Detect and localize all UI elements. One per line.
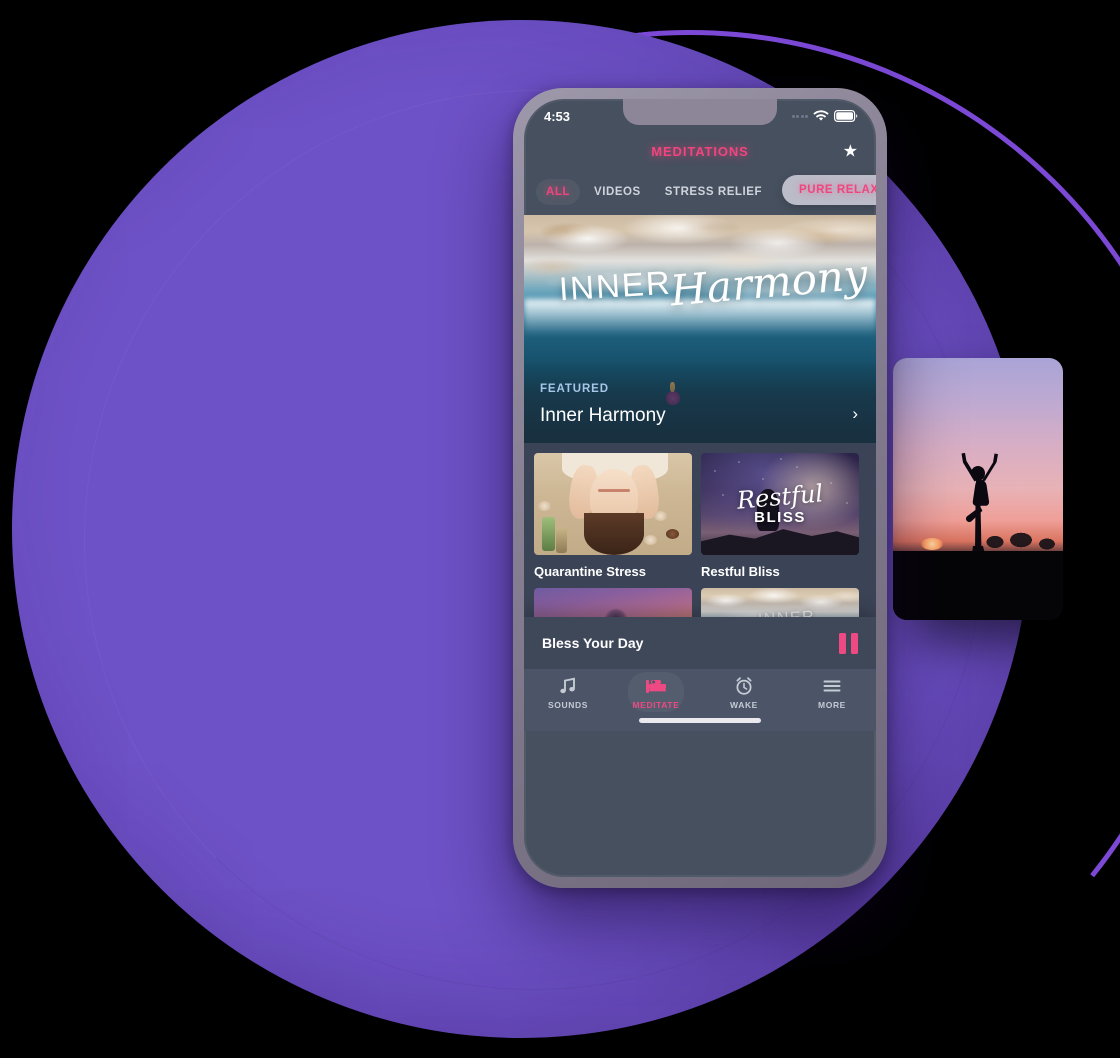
tabbar-item-more[interactable]: MORE	[788, 676, 876, 710]
thumb-overlay-line2: BLISS	[754, 509, 806, 526]
tab-videos[interactable]: VIDEOS	[584, 179, 651, 205]
status-bar: 4:53	[524, 99, 876, 133]
tab-stress-relief[interactable]: STRESS RELIEF	[655, 179, 772, 205]
home-indicator	[639, 718, 761, 723]
music-note-icon	[560, 677, 575, 694]
content-area: INNER Harmony FEATURED Inner Harmony › Q…	[524, 215, 876, 731]
thumbnail-spa	[534, 453, 692, 555]
category-tabs: ALL VIDEOS STRESS RELIEF PURE RELAXATION	[524, 169, 876, 215]
screenshot-stage: 4:53 MEDITATIONS ★ ALL VIDEOS STRESS REL…	[0, 0, 1120, 1058]
featured-card[interactable]: INNER Harmony FEATURED Inner Harmony ›	[524, 215, 876, 443]
featured-eyebrow: FEATURED	[540, 383, 609, 395]
chevron-right-icon[interactable]: ›	[852, 404, 858, 424]
tabbar-label: MEDITATE	[632, 700, 680, 710]
status-time: 4:53	[544, 108, 571, 124]
tabbar-item-wake[interactable]: WAKE	[700, 676, 788, 710]
hero-surf-line	[524, 299, 876, 335]
bed-icon	[646, 680, 666, 693]
battery-icon	[834, 110, 858, 122]
wifi-icon	[813, 110, 829, 121]
nav-bar: MEDITATIONS ★	[524, 133, 876, 169]
now-playing-title: Bless Your Day	[542, 635, 644, 651]
tab-all[interactable]: ALL	[536, 179, 581, 205]
tab-pure-relaxation[interactable]: PURE RELAXATION	[782, 175, 876, 205]
hamburger-menu-icon	[823, 680, 841, 692]
thumbnail-night-sky: Restful BLISS	[701, 453, 859, 555]
tabbar-label: WAKE	[730, 700, 758, 710]
pause-icon[interactable]	[839, 632, 858, 654]
tabbar-label: MORE	[818, 700, 846, 710]
tabbar-item-meditate[interactable]: MEDITATE	[612, 672, 700, 712]
grid-item-title: Restful Bliss	[701, 564, 780, 579]
side-card-ground	[893, 551, 1063, 620]
star-icon[interactable]: ★	[843, 143, 858, 160]
grid-item-title: Quarantine Stress	[534, 564, 646, 579]
hero-gradient-overlay	[524, 359, 876, 443]
floating-side-card[interactable]	[893, 358, 1063, 620]
sun-icon	[921, 538, 943, 550]
alarm-clock-icon	[736, 677, 752, 695]
yoga-pose-silhouette-icon	[961, 452, 998, 554]
tabbar-label: SOUNDS	[548, 700, 588, 710]
now-playing-bar[interactable]: Bless Your Day	[524, 617, 876, 669]
grid-item-restful-bliss[interactable]: Restful BLISS Restful Bliss	[701, 453, 859, 579]
phone-screen: 4:53 MEDITATIONS ★ ALL VIDEOS STRESS REL…	[524, 99, 876, 877]
featured-title: Inner Harmony	[540, 405, 666, 426]
signal-dots-icon	[791, 114, 808, 118]
tabbar-item-sounds[interactable]: SOUNDS	[524, 676, 612, 710]
page-title: MEDITATIONS	[651, 143, 749, 159]
phone-mockup: 4:53 MEDITATIONS ★ ALL VIDEOS STRESS REL…	[513, 88, 887, 888]
grid-item-quarantine-stress[interactable]: Quarantine Stress	[534, 453, 692, 579]
